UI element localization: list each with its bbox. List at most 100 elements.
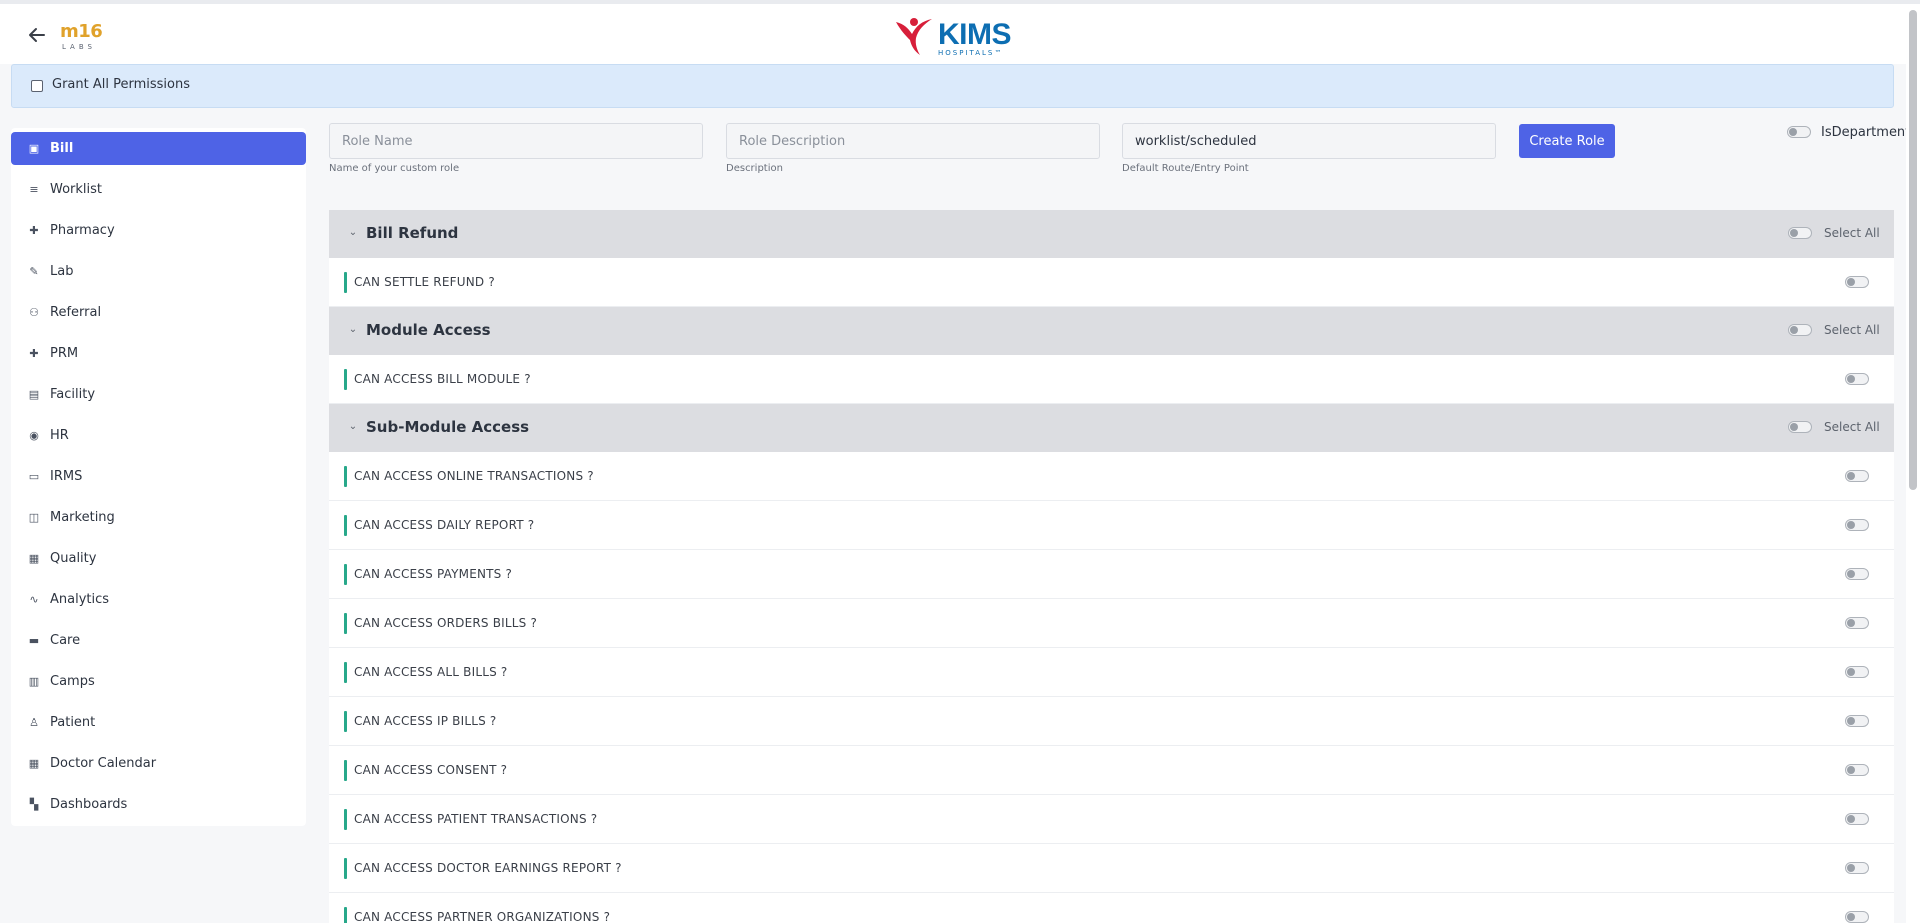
permission-row: CAN ACCESS IP BILLS ? — [329, 697, 1894, 746]
permission-accent-bar — [344, 613, 347, 634]
bag-icon: ◫ — [28, 510, 40, 524]
sidebar-item-label: Worklist — [50, 182, 103, 197]
sidebar-item-bill[interactable]: ▣ Bill — [11, 132, 306, 165]
sidebar-item-label: Marketing — [50, 510, 115, 525]
select-all-label: Select All — [1824, 323, 1880, 337]
permission-label: CAN ACCESS DOCTOR EARNINGS REPORT ? — [354, 861, 622, 875]
hospital-sub: HOSPITALS™ — [938, 49, 1004, 57]
create-role-button[interactable]: Create Role — [1519, 124, 1615, 158]
permission-toggle[interactable] — [1845, 373, 1869, 385]
bed-icon: ▬ — [28, 633, 40, 647]
permission-label: CAN ACCESS PAYMENTS ? — [354, 567, 513, 581]
pipette-icon: ✎ — [29, 264, 39, 278]
grant-all-bar: Grant All Permissions — [11, 64, 1894, 108]
permission-row: CAN SETTLE REFUND ? — [329, 258, 1894, 307]
chevron-down-icon[interactable]: ⌄ — [346, 226, 360, 240]
back-arrow-icon[interactable] — [26, 24, 48, 46]
sidebar-item-marketing[interactable]: ◫ Marketing — [11, 501, 306, 534]
permission-row: CAN ACCESS PATIENT TRANSACTIONS ? — [329, 795, 1894, 844]
section-title: Sub-Module Access — [366, 418, 530, 436]
sidebar-item-dashboards[interactable]: ▚ Dashboards — [11, 788, 306, 821]
brand-main-text: m16 — [60, 21, 103, 42]
sidebar-item-label: HR — [50, 428, 69, 443]
role-description-input[interactable] — [727, 124, 1099, 158]
sidebar-item-label: Doctor Calendar — [50, 756, 157, 771]
permission-accent-bar — [344, 272, 347, 293]
permission-accent-bar — [344, 466, 347, 487]
sidebar-item-label: Quality — [50, 551, 97, 566]
role-description-help: Description — [726, 163, 783, 174]
plus-icon: ✚ — [29, 346, 39, 360]
building-icon: ▤ — [28, 387, 40, 401]
permission-row: CAN ACCESS DOCTOR EARNINGS REPORT ? — [329, 844, 1894, 893]
app-header: m16 LABS KIMS HOSPITALS™ — [0, 4, 1906, 64]
permission-toggle[interactable] — [1845, 862, 1869, 874]
section-header[interactable]: ⌄ Bill Refund Select All — [329, 210, 1894, 258]
sidebar-item-lab[interactable]: ✎ Lab — [11, 255, 306, 288]
permission-label: CAN ACCESS CONSENT ? — [354, 763, 508, 777]
grant-all-label[interactable]: Grant All Permissions — [52, 77, 190, 92]
hospital-name: KIMS — [938, 18, 1012, 51]
permission-toggle[interactable] — [1845, 911, 1869, 923]
select-all-toggle[interactable] — [1788, 421, 1812, 433]
permission-label: CAN ACCESS PATIENT TRANSACTIONS ? — [354, 812, 598, 826]
sidebar-item-camps[interactable]: ▥ Camps — [11, 665, 306, 698]
select-all-toggle[interactable] — [1788, 324, 1812, 336]
sidebar-item-quality[interactable]: ▦ Quality — [11, 542, 306, 575]
default-route-field[interactable] — [1122, 123, 1496, 159]
permission-label: CAN ACCESS ORDERS BILLS ? — [354, 616, 538, 630]
brand-sub-text: LABS — [62, 43, 96, 51]
permission-toggle[interactable] — [1845, 519, 1869, 531]
permission-toggle[interactable] — [1845, 470, 1869, 482]
permissions-list: ⌄ Bill Refund Select All CAN SETTLE REFUND … — [329, 210, 1894, 923]
sidebar-item-doctor-calendar[interactable]: ▦ Doctor Calendar — [11, 747, 306, 780]
role-description-field[interactable] — [726, 123, 1100, 159]
plus-icon: ✚ — [29, 223, 39, 237]
users-icon: ⚇ — [29, 305, 39, 319]
permission-label: CAN ACCESS DAILY REPORT ? — [354, 518, 535, 532]
sidebar-item-prm[interactable]: ✚ PRM — [11, 337, 306, 370]
grant-all-checkbox[interactable] — [31, 80, 43, 92]
permission-toggle[interactable] — [1845, 276, 1869, 288]
permission-toggle[interactable] — [1845, 813, 1869, 825]
permission-toggle[interactable] — [1845, 715, 1869, 727]
select-all-toggle[interactable] — [1788, 227, 1812, 239]
permission-accent-bar — [344, 907, 347, 923]
permission-toggle[interactable] — [1845, 666, 1869, 678]
briefcase-icon: ▥ — [28, 674, 40, 688]
permission-toggle[interactable] — [1845, 764, 1869, 776]
sidebar-item-referral[interactable]: ⚇ Referral — [11, 296, 306, 329]
permission-row: CAN ACCESS ORDERS BILLS ? — [329, 599, 1894, 648]
module-sidebar: ▣ Bill ≡ Worklist ✚ Pharmacy ✎ Lab ⚇ Referral ✚ PRM… — [11, 128, 306, 826]
permission-row: CAN ACCESS ALL BILLS ? — [329, 648, 1894, 697]
sidebar-item-care[interactable]: ▬ Care — [11, 624, 306, 657]
sidebar-item-worklist[interactable]: ≡ Worklist — [11, 173, 306, 206]
chevron-down-icon[interactable]: ⌄ — [346, 323, 360, 337]
page-scrollbar-thumb[interactable] — [1909, 10, 1917, 490]
permission-toggle[interactable] — [1845, 617, 1869, 629]
default-route-input[interactable] — [1123, 124, 1495, 158]
user-circle-icon: ◉ — [29, 428, 39, 442]
select-all-label: Select All — [1824, 420, 1880, 434]
permission-toggle[interactable] — [1845, 568, 1869, 580]
sidebar-item-analytics[interactable]: ∿ Analytics — [11, 583, 306, 616]
sidebar-item-patient[interactable]: ♙ Patient — [11, 706, 306, 739]
permission-accent-bar — [344, 369, 347, 390]
sidebar-item-hr[interactable]: ◉ HR — [11, 419, 306, 452]
permission-row: CAN ACCESS DAILY REPORT ? — [329, 501, 1894, 550]
select-all-label: Select All — [1824, 226, 1880, 240]
sidebar-item-label: Pharmacy — [50, 223, 115, 238]
permission-accent-bar — [344, 711, 347, 732]
m16-labs-logo[interactable]: m16 LABS — [60, 21, 104, 53]
sidebar-item-facility[interactable]: ▤ Facility — [11, 378, 306, 411]
permission-label: CAN ACCESS IP BILLS ? — [354, 714, 497, 728]
permission-accent-bar — [344, 809, 347, 830]
chevron-down-icon[interactable]: ⌄ — [346, 420, 360, 434]
role-name-input[interactable] — [330, 124, 702, 158]
sidebar-item-pharmacy[interactable]: ✚ Pharmacy — [11, 214, 306, 247]
section-header[interactable]: ⌄ Sub-Module Access Select All — [329, 404, 1894, 452]
sidebar-item-irms[interactable]: ▭ IRMS — [11, 460, 306, 493]
role-name-field[interactable] — [329, 123, 703, 159]
section-header[interactable]: ⌄ Module Access Select All — [329, 307, 1894, 355]
is-department-toggle[interactable] — [1787, 126, 1811, 138]
